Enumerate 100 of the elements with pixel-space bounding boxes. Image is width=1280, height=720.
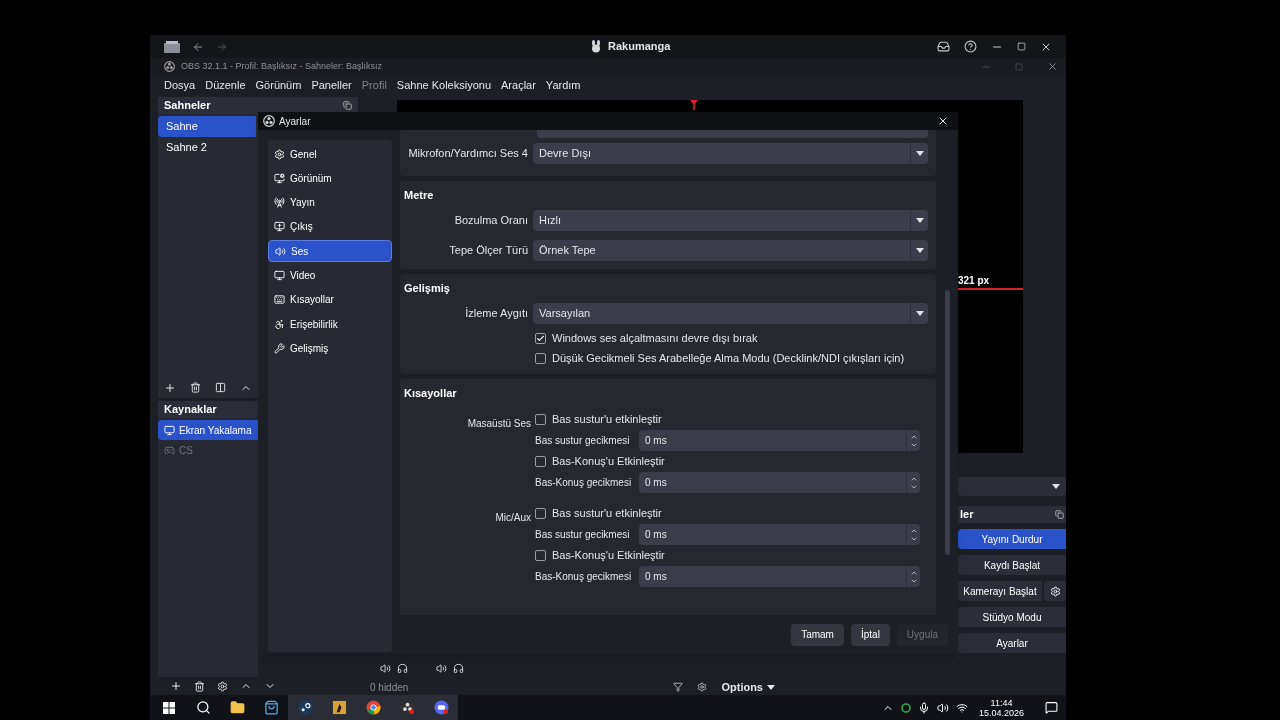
volume-icon[interactable]	[436, 662, 447, 674]
dock-title: ler	[960, 507, 974, 523]
back-icon[interactable]	[192, 40, 204, 53]
checkbox[interactable]	[535, 456, 546, 467]
dialog-button[interactable]: İptal	[850, 623, 890, 646]
app-icon	[164, 40, 180, 53]
spin-field[interactable]: 0 ms	[639, 524, 920, 545]
nav-item[interactable]: Erişebilirlik	[268, 313, 392, 336]
checkbox[interactable]	[535, 508, 546, 519]
dialog-button[interactable]: Tamam	[791, 623, 844, 646]
options-button[interactable]: Options	[721, 678, 783, 696]
source-label: Masaüstü Ses	[466, 416, 532, 431]
nav-item[interactable]: Çıkış	[268, 215, 392, 238]
add-icon[interactable]	[164, 381, 176, 394]
menu-item[interactable]: Düzenle	[205, 76, 246, 94]
source-item[interactable]: Ekran Yakalama	[158, 420, 258, 440]
checkbox-label: Düşük Gecikmeli Ses Arabelleğe Alma Modu (Decklink/NDI çıkışları için)	[552, 350, 905, 366]
notification-icon[interactable]	[1045, 701, 1058, 714]
caret-icon	[1052, 484, 1060, 489]
headphones-icon[interactable]	[453, 662, 464, 674]
checkbox[interactable]	[535, 550, 546, 561]
source-label: Mic/Aux	[494, 510, 532, 525]
status-dot-icon[interactable]	[900, 702, 911, 713]
menu-item[interactable]: Araçlar	[501, 76, 536, 94]
guide-marker-icon	[690, 100, 698, 110]
spin-field[interactable]: 0 ms	[639, 430, 920, 451]
dock-title: Kaynaklar	[164, 402, 217, 418]
menu-item[interactable]: Yardım	[545, 76, 581, 94]
help-icon[interactable]	[964, 40, 977, 53]
volume-icon[interactable]	[936, 701, 949, 714]
dropdown[interactable]: Varsayılan	[533, 302, 928, 324]
control-button[interactable]: Kamerayı Başlat	[958, 581, 1042, 601]
obs-logo-icon	[263, 115, 275, 127]
guide-label: 321 px	[957, 274, 991, 288]
advanced-icon	[274, 342, 285, 354]
microphone-icon[interactable]	[917, 701, 930, 714]
group-title: Gelişmiş	[404, 280, 451, 296]
field-label: Tepe Ölçer Türü	[448, 243, 529, 259]
hotkeys-icon	[274, 294, 285, 306]
nav-item[interactable]: Yayın	[268, 191, 392, 214]
trash-icon[interactable]	[190, 382, 201, 393]
caret-icon	[767, 684, 775, 690]
volume-icon[interactable]	[380, 662, 391, 674]
nav-item[interactable]: Genel	[268, 143, 392, 165]
add-icon[interactable]	[170, 680, 182, 692]
general-icon	[274, 148, 285, 160]
scene-item[interactable]: Sahne	[158, 116, 256, 137]
nav-item[interactable]: Ses	[268, 240, 392, 263]
dock-title: Sahneler	[164, 98, 211, 114]
scene-item[interactable]: Sahne 2	[158, 137, 256, 158]
checkbox-label: Bas-Konuş'u Etkinleştir	[552, 548, 665, 564]
nav-item[interactable]: Video	[268, 264, 392, 287]
dropdown[interactable]: Devre Dışı	[533, 142, 928, 164]
control-button[interactable]: Kaydı Başlat	[958, 555, 1066, 575]
menu-item[interactable]: Sahne Koleksiyonu	[396, 76, 491, 94]
undock-icon[interactable]	[1055, 510, 1064, 519]
hidden-count: 0 hidden	[370, 680, 409, 695]
settings-button[interactable]	[1044, 581, 1066, 601]
close-icon[interactable]	[937, 115, 949, 127]
nav-item[interactable]: Kısayollar	[268, 288, 392, 311]
control-button[interactable]: Ayarlar	[958, 633, 1066, 653]
caret-icon	[915, 218, 924, 223]
trash-icon[interactable]	[194, 680, 205, 692]
spin-field[interactable]: 0 ms	[639, 566, 920, 587]
scrollbar-thumb[interactable]	[944, 290, 950, 555]
appearance-icon	[274, 172, 285, 184]
control-button[interactable]: Stüdyo Modu	[958, 607, 1066, 627]
video-icon	[274, 270, 285, 281]
dropdown[interactable]: Hızlı	[533, 210, 928, 231]
clock[interactable]: 11:44 15.04.2026	[974, 697, 1028, 718]
settings-icon[interactable]	[697, 682, 708, 692]
menu-item[interactable]: Dosya	[164, 76, 196, 94]
menu-item[interactable]: Paneller	[311, 76, 352, 94]
spin-field[interactable]: 0 ms	[639, 472, 920, 493]
group-title: Metre	[404, 188, 435, 203]
checkbox-label: Bas-Konuş'u Etkinleştir	[552, 454, 665, 470]
checkbox[interactable]	[535, 352, 546, 364]
dialog-title: Ayarlar	[279, 114, 311, 129]
steam-icon[interactable]	[288, 695, 322, 720]
nav-item[interactable]: Görünüm	[268, 167, 392, 190]
network-icon[interactable]	[955, 701, 968, 714]
inbox-icon[interactable]	[937, 40, 950, 53]
undock-icon[interactable]	[343, 101, 352, 110]
checkbox[interactable]	[535, 414, 546, 425]
settings-icon[interactable]	[217, 680, 228, 692]
caret-icon	[915, 150, 924, 156]
nav-item[interactable]: Gelişmiş	[268, 337, 392, 360]
headphones-icon[interactable]	[397, 662, 408, 674]
dropdown[interactable]: Örnek Tepe	[533, 240, 928, 261]
gear-icon	[1049, 585, 1061, 597]
stream-icon	[274, 197, 285, 209]
chat-app-icon[interactable]	[424, 695, 458, 720]
group-title: Kısayollar	[404, 386, 458, 401]
caret-icon	[915, 248, 924, 253]
remote-title: Rakumanga	[608, 39, 671, 54]
field-label: Bas-Konuş gecikmesi	[535, 570, 633, 584]
menu-item[interactable]: Görünüm	[255, 76, 302, 94]
field-label: Bas sustur gecikmesi	[535, 528, 631, 542]
control-button[interactable]: Yayını Durdur	[958, 529, 1066, 549]
checkbox[interactable]	[535, 332, 546, 344]
